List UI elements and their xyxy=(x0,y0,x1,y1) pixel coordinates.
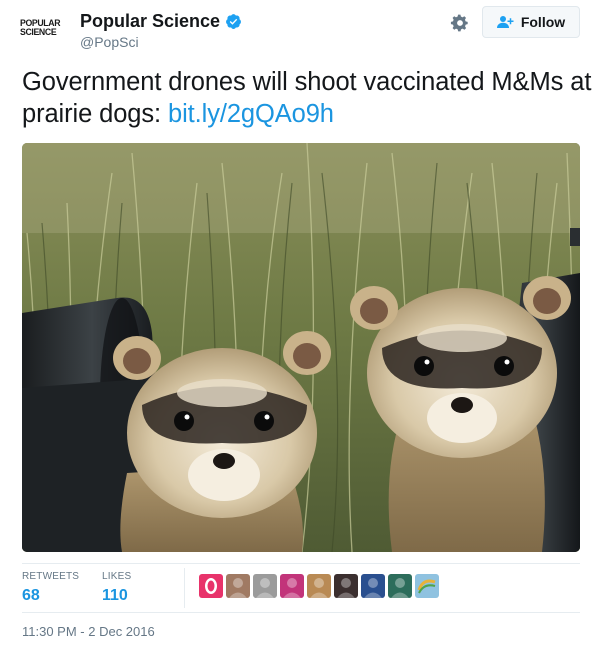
verified-badge-icon xyxy=(226,13,241,29)
stats-separator xyxy=(184,568,185,608)
author-handle[interactable]: @PopSci xyxy=(80,33,242,51)
retweets-stat[interactable]: RETWEETS 68 xyxy=(22,571,79,606)
liker-avatar[interactable] xyxy=(361,574,385,598)
liker-avatar[interactable] xyxy=(253,574,277,598)
tweet-header: POPULAR SCIENCE Popular Science @PopSci … xyxy=(0,0,604,60)
tweet-photo[interactable] xyxy=(22,143,580,552)
author-block[interactable]: Popular Science @PopSci xyxy=(80,10,242,51)
gear-icon[interactable] xyxy=(450,13,470,33)
tweet-text: Government drones will shoot vaccinated … xyxy=(22,66,592,130)
follow-button[interactable]: Follow xyxy=(482,6,580,38)
add-person-icon xyxy=(496,16,514,28)
liker-avatar[interactable] xyxy=(280,574,304,598)
retweets-label: RETWEETS xyxy=(22,571,80,582)
likers-avatar-list xyxy=(199,574,442,600)
liker-avatar[interactable] xyxy=(307,574,331,598)
stats-divider-top xyxy=(22,563,580,564)
liker-avatar[interactable] xyxy=(334,574,358,598)
tweet-timestamp[interactable]: 11:30 PM - 2 Dec 2016 xyxy=(22,624,155,639)
stats-divider-bottom xyxy=(22,612,580,613)
logo-line-2: SCIENCE xyxy=(20,27,57,38)
liker-avatar[interactable] xyxy=(226,574,250,598)
author-display-name[interactable]: Popular Science xyxy=(80,10,220,32)
likes-count: 110 xyxy=(102,587,128,604)
liker-avatar[interactable] xyxy=(388,574,412,598)
likes-label: LIKES xyxy=(102,571,132,582)
author-name-row: Popular Science xyxy=(80,10,242,32)
liker-avatar[interactable] xyxy=(199,574,223,598)
tweet-link[interactable]: bit.ly/2gQAo9h xyxy=(168,100,334,128)
liker-avatar[interactable] xyxy=(415,574,439,598)
ferrets-photo xyxy=(22,143,580,552)
likes-stat[interactable]: LIKES 110 xyxy=(102,571,131,606)
follow-button-label: Follow xyxy=(520,14,566,30)
retweets-count: 68 xyxy=(22,587,40,604)
popsci-logo[interactable]: POPULAR SCIENCE xyxy=(20,16,66,40)
